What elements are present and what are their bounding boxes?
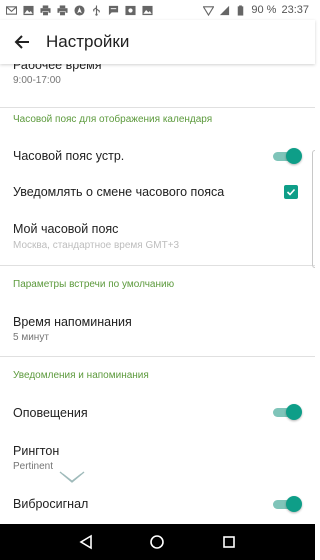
notification-icons — [6, 4, 153, 16]
print-icon — [40, 4, 51, 16]
pref-title: Время напоминания — [13, 315, 132, 329]
pref-device-timezone[interactable]: Часовой пояс устр. — [0, 138, 315, 174]
message-icon — [108, 5, 119, 15]
usb-icon — [93, 4, 100, 16]
category-timezone: Часовой пояс для отображения календаря — [13, 114, 213, 125]
divider — [0, 356, 315, 357]
page-title: Настройки — [46, 32, 130, 51]
pref-title: Часовой пояс устр. — [13, 149, 125, 163]
switch-thumb — [286, 496, 302, 512]
photo-icon — [125, 5, 136, 15]
pref-notify-timezone-change[interactable]: Уведомлять о смене часового пояса — [0, 174, 315, 210]
clock: 23:37 — [281, 4, 309, 16]
pref-summary: Москва, стандартное время GMT+3 — [13, 240, 180, 251]
check-icon — [286, 188, 296, 196]
status-bar: 90 % 23:37 — [0, 0, 315, 20]
nav-back-button[interactable] — [74, 530, 98, 554]
pref-summary: 5 минут — [13, 332, 49, 343]
divider — [0, 265, 315, 266]
wifi-icon — [203, 5, 215, 16]
print-icon — [57, 4, 68, 16]
watermark-logo — [59, 471, 85, 483]
navigation-icon — [74, 4, 85, 16]
system-navigation-bar — [0, 524, 315, 560]
pref-reminder-time[interactable]: Время напоминания 5 минут — [0, 300, 315, 355]
gallery-icon — [23, 5, 34, 15]
circle-home-icon — [150, 535, 165, 549]
nav-recents-button[interactable] — [217, 530, 241, 554]
pref-title: Вибросигнал — [13, 497, 89, 511]
pref-vibration[interactable]: Вибросигнал — [0, 482, 315, 518]
battery-level: 90 % — [251, 4, 277, 16]
pref-ringtone[interactable]: Рингтон Pertinent — [0, 430, 315, 482]
divider — [0, 107, 315, 108]
pref-my-timezone[interactable]: Мой часовой пояс Москва, стандартное вре… — [0, 210, 315, 265]
signal-icon — [220, 5, 230, 15]
pref-title: Уведомлять о смене часового пояса — [13, 185, 225, 199]
vibration-switch[interactable] — [272, 496, 302, 512]
mail-icon — [6, 5, 17, 15]
overscroll-indicator — [312, 150, 315, 268]
battery-icon — [238, 4, 244, 16]
system-status: 90 % 23:37 — [203, 4, 309, 16]
app-toolbar: Настройки — [0, 20, 315, 64]
nav-home-button[interactable] — [145, 530, 169, 554]
pref-title: Мой часовой пояс — [13, 222, 119, 236]
category-meeting-defaults: Параметры встречи по умолчанию — [13, 279, 175, 290]
pref-title: Рабочее время — [13, 64, 102, 72]
notify-timezone-checkbox[interactable] — [284, 185, 298, 199]
image-icon — [142, 5, 153, 15]
switch-thumb — [286, 404, 302, 420]
pref-work-hours[interactable]: Рабочее время 9:00-17:00 — [0, 64, 315, 107]
alerts-switch[interactable] — [272, 404, 302, 420]
pref-alerts[interactable]: Оповещения — [0, 394, 315, 430]
pref-summary: Pertinent — [13, 461, 54, 472]
square-recents-icon — [223, 536, 235, 548]
triangle-back-icon — [79, 534, 92, 550]
switch-thumb — [286, 148, 302, 164]
pref-title: Рингтон — [13, 444, 60, 458]
pref-summary: 9:00-17:00 — [13, 75, 61, 86]
arrow-back-icon — [14, 35, 29, 49]
back-button[interactable] — [0, 20, 44, 64]
category-notifications: Уведомления и напоминания — [13, 370, 149, 381]
settings-list[interactable]: Рабочее время 9:00-17:00 Часовой пояс дл… — [0, 64, 315, 524]
pref-title: Оповещения — [13, 406, 88, 420]
device-timezone-switch[interactable] — [272, 148, 302, 164]
